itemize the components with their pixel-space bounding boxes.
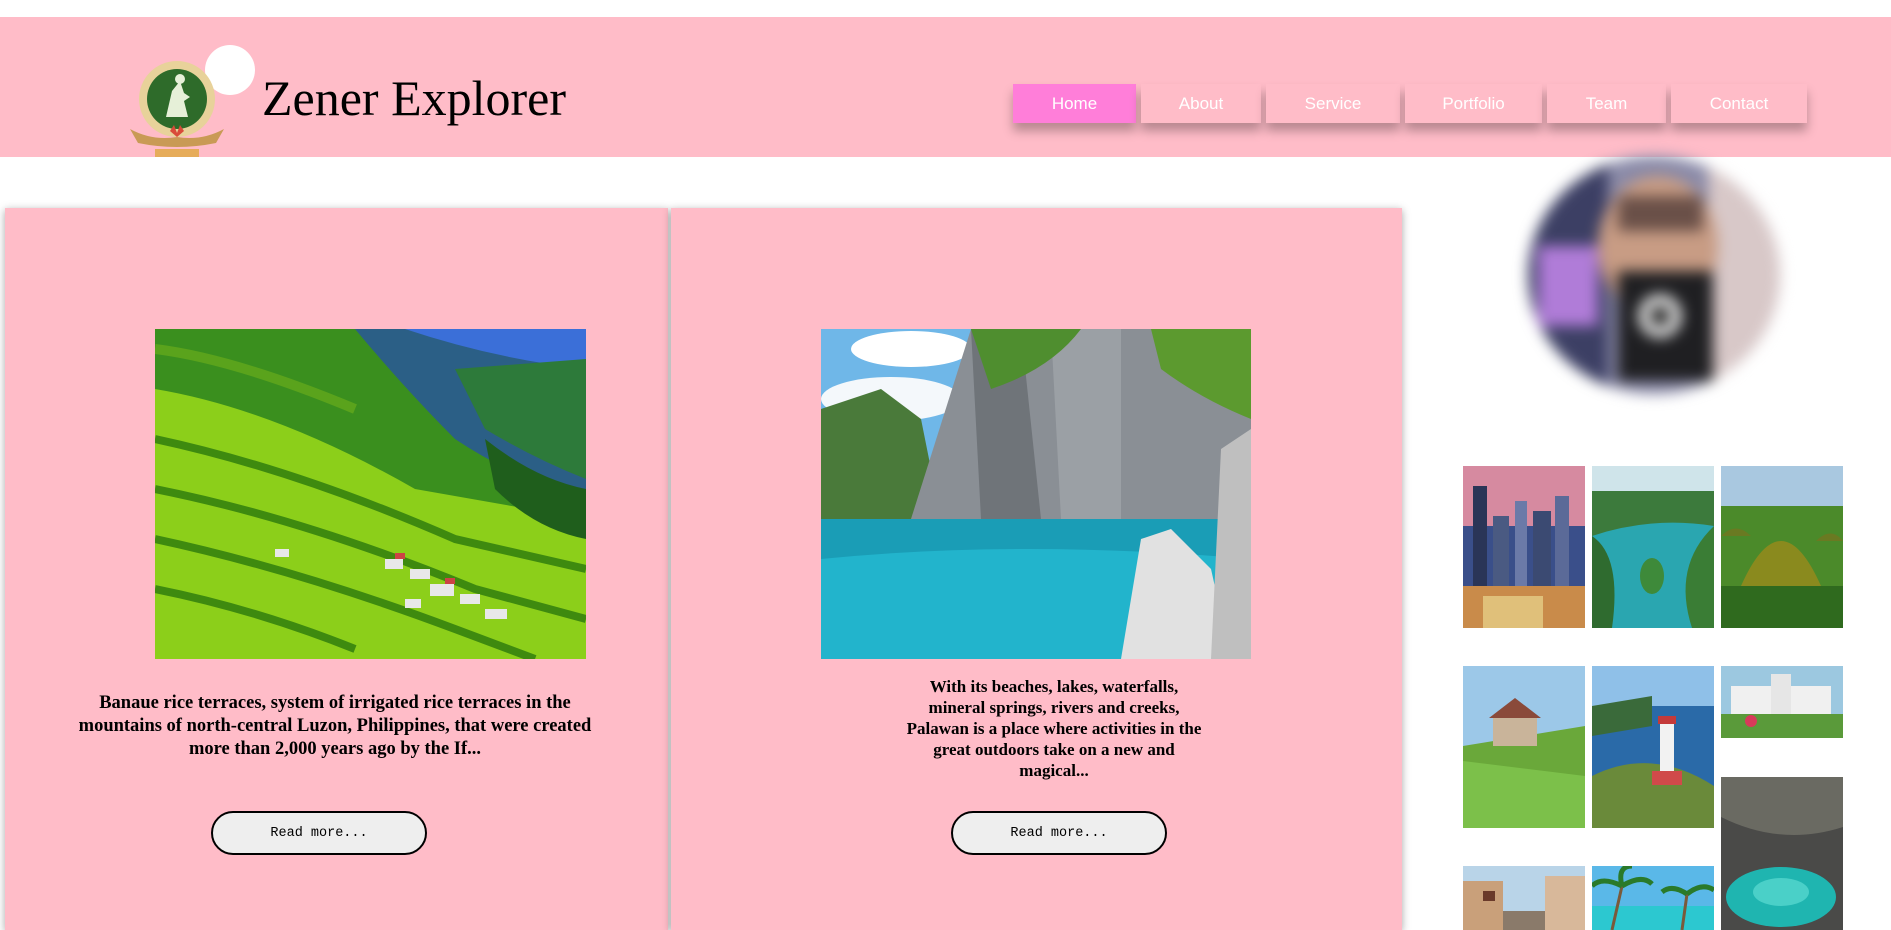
main-navigation: Home About Service Portfolio Team Contac…: [1013, 84, 1807, 123]
chocolate-hills-photo: [1721, 466, 1843, 628]
blurred-profile-photo: [1528, 156, 1780, 394]
cave-pool-photo: [1721, 777, 1843, 930]
explorer-emblem-logo[interactable]: [122, 51, 232, 161]
palm-beach-photo: [1592, 866, 1714, 930]
site-title[interactable]: Zener Explorer: [262, 68, 566, 128]
destination-card-banaue: Banaue rice terraces, system of irrigate…: [5, 208, 668, 930]
card-description: Banaue rice terraces, system of irrigate…: [78, 693, 592, 759]
nav-about[interactable]: About: [1141, 84, 1261, 123]
green-islands-photo: [1592, 466, 1714, 628]
nav-home[interactable]: Home: [1013, 84, 1136, 123]
read-more-button[interactable]: Read more...: [211, 811, 427, 855]
old-street-photo: [1463, 866, 1585, 930]
card-description: With its beaches, lakes, waterfalls, min…: [906, 677, 1202, 780]
nav-portfolio[interactable]: Portfolio: [1405, 84, 1542, 123]
banaue-rice-terraces-photo: [155, 329, 586, 659]
site-header: Zener Explorer Home About Service Portfo…: [0, 17, 1891, 157]
destination-card-palawan: With its beaches, lakes, waterfalls, min…: [671, 208, 1402, 930]
nav-service[interactable]: Service: [1266, 84, 1400, 123]
palawan-lagoon-photo: [821, 329, 1251, 659]
lighthouse-photo: [1592, 666, 1714, 828]
white-church-photo: [1721, 666, 1843, 738]
city-skyline-photo: [1463, 466, 1585, 628]
nav-team[interactable]: Team: [1547, 84, 1666, 123]
nav-contact[interactable]: Contact: [1671, 84, 1807, 123]
hillside-house-photo: [1463, 666, 1585, 828]
read-more-button[interactable]: Read more...: [951, 811, 1167, 855]
